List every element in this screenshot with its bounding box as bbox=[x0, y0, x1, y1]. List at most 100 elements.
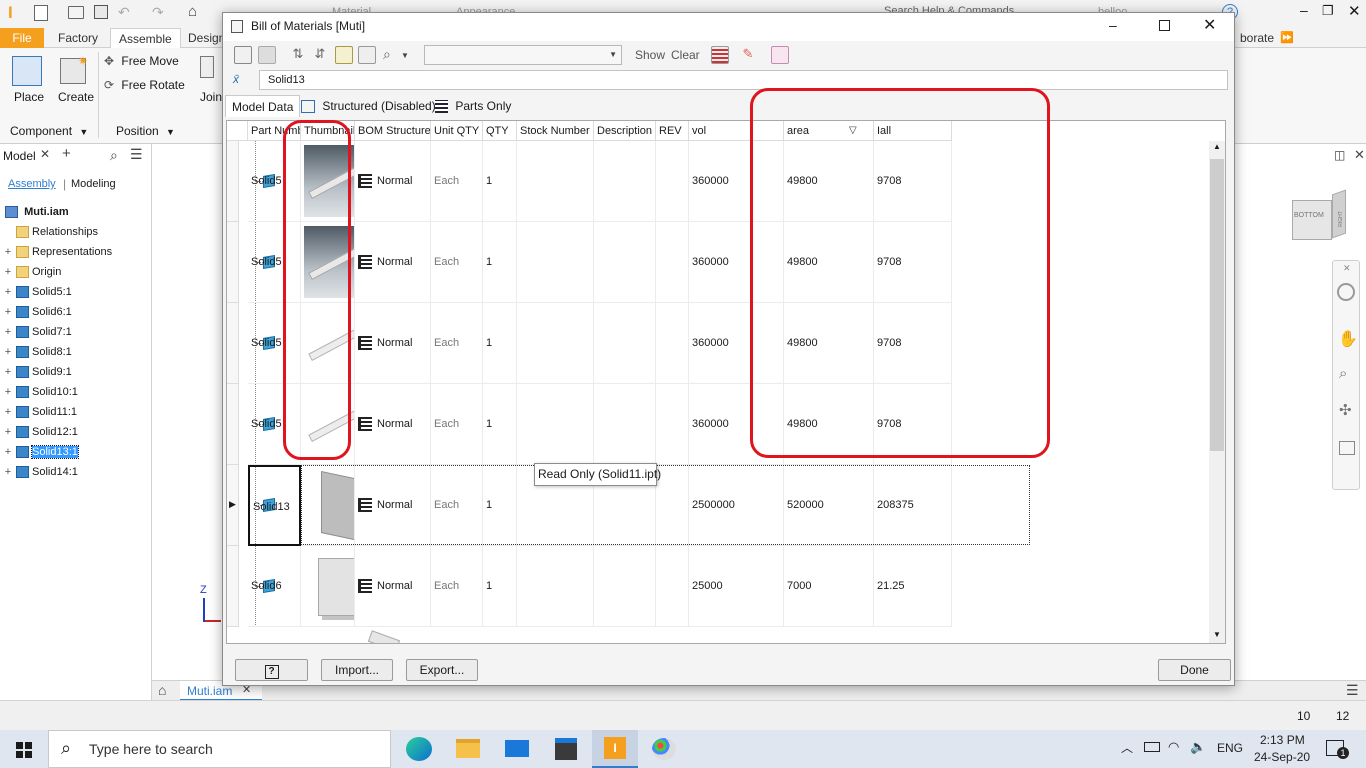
expand-icon[interactable]: + bbox=[3, 462, 13, 482]
expand-icon[interactable]: + bbox=[3, 302, 13, 322]
mail-icon[interactable] bbox=[505, 740, 529, 757]
menu-icon[interactable]: ☰ bbox=[130, 146, 143, 163]
close-app-icon[interactable]: ✕ bbox=[1348, 2, 1361, 20]
part-number-merge-icon[interactable] bbox=[358, 46, 376, 64]
table-row[interactable]: Solid5 Normal Each 1 360000 49800 9708 bbox=[227, 384, 1225, 465]
dialog-minimize-button[interactable]: – bbox=[1109, 17, 1117, 33]
cell-description[interactable] bbox=[594, 222, 656, 303]
viewcube[interactable]: BOTTOM RIGHT bbox=[1292, 189, 1348, 240]
column-header[interactable]: REV bbox=[656, 121, 689, 141]
row-selector[interactable] bbox=[227, 303, 239, 384]
tree-item[interactable]: + Solid11:1 bbox=[0, 402, 77, 422]
expand-icon[interactable]: + bbox=[3, 282, 13, 302]
edge-icon[interactable] bbox=[406, 737, 432, 761]
close-navbar-icon[interactable]: ✕ bbox=[1343, 263, 1351, 274]
expand-icon[interactable]: + bbox=[3, 362, 13, 382]
orbit-icon[interactable]: ✣ bbox=[1339, 401, 1352, 419]
find-icon[interactable]: ⌕ bbox=[383, 46, 401, 64]
cell-iall[interactable]: 208375 bbox=[874, 465, 952, 546]
cell-thumb[interactable] bbox=[301, 546, 355, 627]
cell-bom-structure[interactable]: Normal bbox=[355, 222, 431, 303]
new-icon[interactable] bbox=[34, 5, 48, 21]
done-button[interactable]: Done bbox=[1158, 659, 1231, 681]
expand-icon[interactable]: + bbox=[3, 242, 13, 262]
cell-rev[interactable] bbox=[656, 303, 689, 384]
row-selector[interactable] bbox=[227, 546, 239, 627]
battery-icon[interactable] bbox=[1144, 742, 1160, 752]
clock-date[interactable]: 24-Sep-20 bbox=[1254, 750, 1310, 764]
cell-stock-number[interactable] bbox=[517, 222, 594, 303]
tab-file[interactable]: File bbox=[0, 28, 44, 48]
cell-area[interactable]: 7000 bbox=[784, 546, 874, 627]
restore-app-icon[interactable]: ❐ bbox=[1322, 3, 1334, 19]
cell-qty[interactable]: 1 bbox=[483, 303, 517, 384]
tab-parts-only[interactable]: Parts Only bbox=[429, 95, 517, 117]
bom-grid[interactable]: Part NumberThumbnailBOM StructureUnit QT… bbox=[226, 120, 1226, 644]
cell-vol[interactable]: 2500000 bbox=[689, 465, 784, 546]
import-button[interactable]: Import... bbox=[321, 659, 393, 681]
row-selector[interactable] bbox=[227, 141, 239, 222]
scroll-up-icon[interactable]: ▲ bbox=[1213, 142, 1221, 151]
cell-qty[interactable]: 1 bbox=[483, 546, 517, 627]
cell-description[interactable] bbox=[594, 141, 656, 222]
export-view-icon[interactable] bbox=[771, 46, 789, 64]
expand-icon[interactable]: + bbox=[3, 342, 13, 362]
clock-time[interactable]: 2:13 PM bbox=[1260, 733, 1305, 747]
expand-icon[interactable]: + bbox=[3, 262, 13, 282]
dialog-close-button[interactable]: ✕ bbox=[1203, 15, 1216, 35]
taskbar-search-box[interactable]: ⌕ Type here to search bbox=[48, 730, 391, 768]
cell-stock-number[interactable] bbox=[517, 384, 594, 465]
column-header[interactable]: QTY bbox=[483, 121, 517, 141]
edit-properties-icon[interactable]: ✎ bbox=[739, 46, 757, 64]
language-indicator[interactable]: ENG bbox=[1217, 741, 1243, 755]
cell-part-number[interactable]: Solid13 bbox=[248, 465, 301, 546]
cell-iall[interactable]: 21.25 bbox=[874, 546, 952, 627]
look-at-icon[interactable] bbox=[1339, 441, 1355, 455]
tree-item[interactable]: + Solid7:1 bbox=[0, 322, 72, 342]
column-header[interactable]: Description bbox=[594, 121, 656, 141]
tab-menu-icon[interactable]: ☰ bbox=[1346, 682, 1359, 699]
tab-collaborate[interactable]: borate bbox=[1232, 28, 1282, 48]
formula-icon[interactable]: x̄ bbox=[233, 72, 239, 86]
tree-item[interactable]: + Solid13:1 bbox=[0, 442, 79, 462]
join-button[interactable]: Join bbox=[198, 56, 222, 106]
filter-field[interactable]: Solid13 bbox=[259, 70, 1228, 90]
column-header[interactable]: Stock Number bbox=[517, 121, 594, 141]
wifi-icon[interactable]: ◠ bbox=[1168, 739, 1179, 755]
inventor-logo-icon[interactable]: I bbox=[8, 4, 22, 22]
home-icon[interactable]: ⌂ bbox=[188, 3, 197, 20]
store-icon[interactable] bbox=[555, 738, 577, 760]
undo-icon[interactable]: ↶ bbox=[118, 4, 130, 21]
grid-vertical-scrollbar[interactable]: ▲ ▼ bbox=[1209, 141, 1225, 643]
cell-qty[interactable]: 1 bbox=[483, 222, 517, 303]
cell-bom-structure[interactable]: Normal bbox=[355, 141, 431, 222]
cell-vol[interactable]: 25000 bbox=[689, 546, 784, 627]
inventor-taskbar-button[interactable]: I bbox=[592, 730, 638, 768]
tab-assemble[interactable]: Assemble bbox=[110, 28, 181, 48]
row-selector[interactable]: ▶ bbox=[227, 465, 239, 546]
start-button[interactable] bbox=[0, 730, 48, 768]
minimize-app-icon[interactable]: – bbox=[1300, 2, 1308, 18]
search-icon[interactable]: ⌕ bbox=[110, 147, 118, 164]
free-move-button[interactable]: ✥ Free Move bbox=[104, 54, 179, 72]
close-view-icon[interactable]: ✕ bbox=[1354, 147, 1365, 163]
cell-unit-qty[interactable]: Each bbox=[431, 303, 483, 384]
expand-icon[interactable]: + bbox=[3, 422, 13, 442]
find-dropdown-icon[interactable]: ▼ bbox=[401, 51, 419, 69]
view-bom-icon[interactable] bbox=[234, 46, 252, 64]
cell-area[interactable]: 520000 bbox=[784, 465, 874, 546]
expand-icon[interactable]: + bbox=[3, 402, 13, 422]
steering-wheel-icon[interactable] bbox=[1337, 283, 1355, 301]
place-button[interactable]: Place bbox=[8, 54, 48, 114]
browser-tab-assembly[interactable]: Assembly bbox=[8, 178, 56, 190]
cell-bom-structure[interactable]: Normal bbox=[355, 465, 431, 546]
cell-unit-qty[interactable]: Each bbox=[431, 546, 483, 627]
tab-model-data[interactable]: Model Data bbox=[225, 95, 301, 117]
sort-descending-icon[interactable]: ⇵ bbox=[311, 46, 329, 64]
open-icon[interactable] bbox=[68, 6, 84, 19]
row-selector[interactable] bbox=[227, 384, 239, 465]
cell-unit-qty[interactable]: Each bbox=[431, 465, 483, 546]
tab-factory[interactable]: Factory bbox=[50, 28, 106, 48]
close-browser-icon[interactable]: ✕ bbox=[40, 147, 50, 161]
tree-item[interactable]: + Solid8:1 bbox=[0, 342, 72, 362]
